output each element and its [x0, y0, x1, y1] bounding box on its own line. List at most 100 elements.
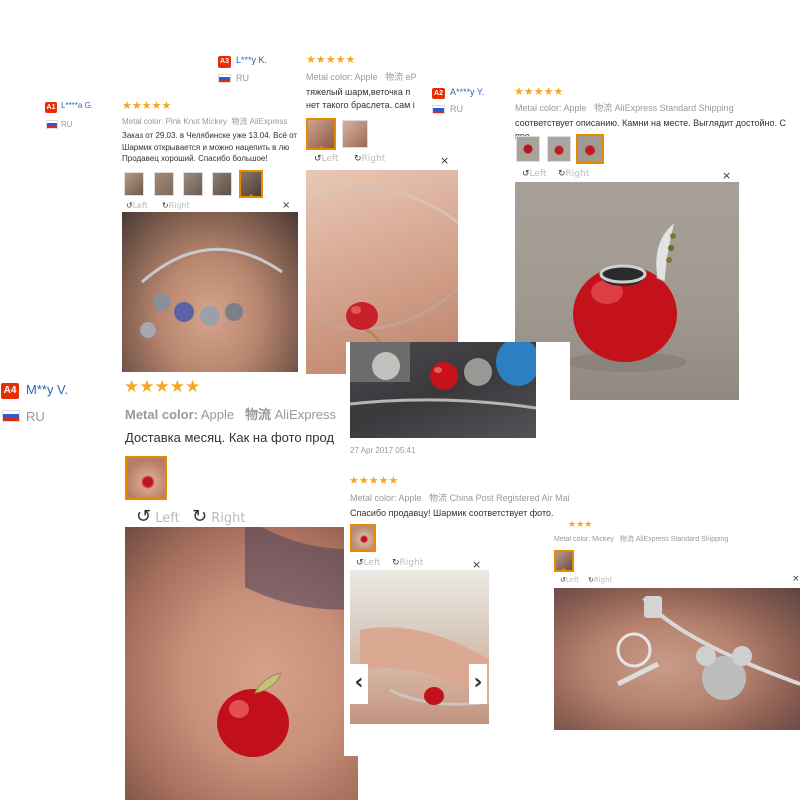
rating-stars: ★★★ [568, 520, 593, 530]
rating-stars: ★★★★★ [349, 474, 399, 487]
next-photo-button[interactable]: › [469, 664, 487, 704]
review-photo[interactable] [554, 588, 800, 730]
level-badge: A1 [45, 102, 57, 113]
review-body-r5: ★★★★★ Metal color: Apple 物流 China Post R… [344, 466, 570, 756]
rotate-left-button[interactable]: ↺Left [314, 154, 338, 164]
photo-thumbnail-selected[interactable] [306, 118, 336, 150]
review-photo[interactable] [125, 527, 358, 800]
review-text: Доставка месяц. Как на фото прод [125, 429, 357, 448]
review-date: 27 Apr 2017 05:41 [350, 446, 416, 455]
photo-thumbnail[interactable] [154, 172, 174, 196]
photo-thumbnail[interactable] [183, 172, 203, 196]
photo-thumbnail[interactable] [212, 172, 232, 196]
rotate-left-button[interactable]: ↺Left [126, 201, 148, 210]
russia-flag-icon [46, 120, 58, 129]
metal-color-value: Apple [200, 407, 235, 422]
rotate-left-icon: ↺ [356, 558, 364, 568]
close-icon[interactable]: × [792, 574, 800, 584]
metal-color-value: Pink Knot Mickey [165, 117, 227, 126]
close-icon[interactable]: × [282, 200, 290, 211]
reviewer-name[interactable]: A****y Y. [450, 87, 484, 97]
review-card-a4: A4 M**y V. RU [0, 376, 118, 436]
rotate-right-button[interactable]: ↻Right [162, 201, 190, 210]
photo-thumbnail-selected[interactable] [554, 550, 574, 572]
metal-color-label: Metal color: [125, 407, 198, 422]
chevron-right-icon: › [473, 670, 483, 695]
rotate-right-icon: ↻ [558, 169, 566, 179]
rotate-right-icon: ↻ [354, 154, 362, 164]
rotate-right-button[interactable]: ↻ Right [192, 506, 245, 527]
review-line: Доставка месяц. Как на фото прод [125, 430, 335, 445]
photo-thumbnail-selected[interactable] [239, 170, 263, 198]
shipping-label: 物流 [429, 493, 448, 503]
shipping-value: AliExpress Standard Shipping [635, 536, 729, 543]
photo-thumbnail[interactable] [124, 172, 144, 196]
metal-color-value: Mickey [592, 536, 614, 543]
rotate-right-icon: ↻ [162, 201, 169, 210]
rating-stars: ★★★★★ [514, 85, 564, 98]
metal-color-value: Apple [398, 493, 422, 503]
metal-color-label: Metal color: [515, 103, 562, 113]
rotate-left-icon: ↺ [136, 506, 152, 527]
rotate-right-button[interactable]: ↻Right [588, 576, 612, 584]
shipping-label: 物流 [619, 536, 634, 543]
review-meta: Metal color: Pink Knot Mickey 物流 AliExpr… [122, 116, 287, 127]
rotate-right-button[interactable]: ↻Right [558, 169, 589, 179]
review-photo[interactable] [122, 212, 298, 372]
reviewer-country: RU [450, 104, 463, 114]
metal-color-value: Apple [354, 72, 378, 82]
russia-flag-icon [432, 105, 445, 114]
photo-thumbnail[interactable] [516, 136, 540, 162]
russia-flag-icon [2, 410, 20, 422]
bracelet-illustration [350, 342, 536, 410]
review-body-r6: ★★★ Metal color: Mickey 物流 AliExpress St… [548, 516, 800, 732]
photo-thumbnail[interactable] [547, 136, 571, 162]
close-icon[interactable]: × [440, 154, 449, 167]
rotate-right-button[interactable]: ↻Right [392, 558, 423, 568]
review-card-a3: A3 L***y K. RU [212, 50, 306, 94]
reviewer-name[interactable]: L***y K. [236, 55, 267, 65]
rotate-left-label: Left [321, 154, 339, 164]
rotate-left-icon: ↺ [522, 169, 530, 179]
review-card-a2: A2 A****y Y. RU [428, 82, 518, 122]
rotate-left-icon: ↺ [314, 154, 322, 164]
shipping-value: AliExpress [249, 117, 288, 126]
shipping-value: eP [405, 72, 417, 82]
photo-thumbnail[interactable] [342, 120, 368, 148]
review-line: Продавец хороший. Спасибо большое! [122, 154, 268, 164]
metal-color-label: Metal color: [350, 493, 397, 503]
review-text: Спасибо продавцу! Шармик соответствует ф… [350, 507, 570, 520]
rotate-right-button[interactable]: ↻Right [354, 154, 385, 164]
level-badge: A4 [1, 383, 19, 399]
metal-color-label: Metal color: [554, 536, 591, 543]
reviewer-country: RU [61, 120, 73, 129]
review-photo[interactable] [350, 342, 536, 438]
rotate-right-label: Right [593, 576, 613, 584]
review-line: Шармик открывается и можно нацепить в лю [122, 142, 290, 152]
rotate-left-button[interactable]: ↺Left [356, 558, 380, 568]
rotate-left-label: Left [529, 169, 547, 179]
review-meta: Metal color: Apple 物流 AliExpress Standar… [515, 101, 734, 114]
rotate-left-button[interactable]: ↺Left [560, 576, 579, 584]
metal-color-label: Metal color: [306, 72, 353, 82]
reviewer-country: RU [236, 73, 249, 83]
photo-thumbnail-selected[interactable] [576, 134, 604, 164]
shipping-label: 物流 [594, 103, 613, 113]
shipping-label: 物流 [244, 407, 271, 422]
close-icon[interactable]: × [722, 169, 731, 182]
metal-color-value: Apple [563, 103, 587, 113]
review-line: Заказ от 29.03. в Челябинске уже 13.04. … [122, 131, 298, 140]
rotate-left-button[interactable]: ↺ Left [136, 506, 180, 527]
shipping-label: 物流 [385, 72, 404, 82]
previous-photo-button[interactable]: ‹ [350, 664, 368, 704]
review-text: Заказ от 29.03. в Челябинске уже 13.04. … [122, 130, 300, 165]
reviewer-name[interactable]: L****a G. [61, 101, 93, 110]
photo-thumbnail-selected[interactable] [125, 456, 167, 500]
level-badge: A2 [432, 88, 445, 99]
rotate-right-label: Right [399, 558, 424, 568]
rating-stars: ★★★★★ [306, 53, 356, 66]
rotate-left-button[interactable]: ↺Left [522, 169, 546, 179]
photo-thumbnail-selected[interactable] [350, 524, 376, 552]
reviewer-name[interactable]: M**y V. [26, 382, 68, 397]
review-meta: Metal color: Apple 物流 AliExpress [125, 404, 336, 423]
